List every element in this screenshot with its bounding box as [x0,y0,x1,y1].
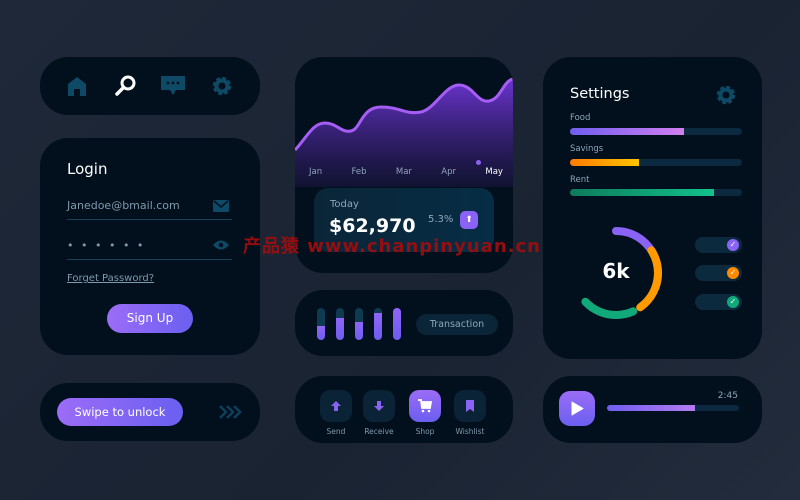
savings-progress [570,159,742,166]
login-title: Login [67,160,108,178]
transaction-bar-fill [393,308,401,340]
rent-label: Rent [570,175,590,185]
active-month-dot [476,160,481,165]
nav-bar [40,57,260,115]
quick-actions-card: Send Receive Shop Wishlist [295,376,513,443]
settings-card: Settings Food Savings Rent 6k ✓ ✓ ✓ [543,57,762,359]
email-value: Janedoe@bmail.com [67,199,180,212]
transaction-bar-fill [336,317,344,340]
toggle-1[interactable]: ✓ [695,237,742,253]
watermark: 产品猿 www.chanpinyuan.cn [243,236,541,257]
savings-label: Savings [570,144,604,154]
donut-value: 6k [602,259,630,283]
gear-icon[interactable] [715,84,737,106]
track-time: 2:45 [717,391,738,401]
password-field[interactable]: • • • • • • [67,239,232,260]
arrow-up-icon: ⬆ [465,215,473,225]
check-icon: ✓ [727,267,739,279]
month-jan[interactable]: Jan [309,167,322,177]
transaction-bar [374,308,382,340]
swipe-to-unlock-button[interactable]: Swipe to unlock [57,398,183,426]
chat-icon[interactable] [160,75,186,97]
transaction-bar-fill [355,322,363,340]
arrow-down-icon [374,401,384,411]
check-icon: ✓ [727,296,739,308]
food-progress [570,128,742,135]
rent-progress [570,189,742,196]
month-mar[interactable]: Mar [396,167,412,177]
month-feb[interactable]: Feb [351,167,366,177]
toggle-2[interactable]: ✓ [695,265,742,281]
email-field[interactable]: Janedoe@bmail.com [67,199,232,220]
transaction-bar [336,308,344,340]
today-label: Today [330,199,359,210]
transaction-card: Transaction [295,290,513,356]
play-button[interactable] [559,391,595,426]
food-label: Food [570,113,591,123]
search-icon[interactable] [114,74,138,98]
cart-icon [418,399,433,413]
chevrons-right-icon [219,405,242,419]
sign-up-button[interactable]: Sign Up [107,304,193,333]
transaction-bar [393,308,401,340]
transaction-bar-fill [317,325,325,340]
transaction-bar [317,308,325,340]
bookmark-icon [466,400,474,412]
eye-icon[interactable] [212,239,230,251]
mail-icon [213,200,229,212]
gear-icon[interactable] [211,75,233,97]
check-icon: ✓ [727,239,739,251]
swipe-card: Swipe to unlock [40,383,260,441]
transaction-bar [355,308,363,340]
player-card: 2:45 [543,376,762,443]
toggle-3[interactable]: ✓ [695,294,742,310]
month-may[interactable]: May [485,167,503,177]
transaction-bar-fill [374,312,382,340]
transaction-button[interactable]: Transaction [416,314,498,335]
arrow-up-icon [331,401,341,411]
change-percent: 5.3% [428,214,454,225]
playback-progress[interactable] [607,405,739,411]
forgot-password-link[interactable]: Forget Password? [67,273,154,284]
password-value: • • • • • • [67,239,146,252]
settings-title: Settings [570,86,630,102]
login-card: Login Janedoe@bmail.com • • • • • • Forg… [40,138,260,355]
trend-up-button[interactable]: ⬆ [460,211,478,229]
month-labels: Jan Feb Mar Apr May [309,167,503,177]
month-apr[interactable]: Apr [441,167,456,177]
play-icon [571,401,584,416]
home-icon[interactable] [66,75,88,97]
